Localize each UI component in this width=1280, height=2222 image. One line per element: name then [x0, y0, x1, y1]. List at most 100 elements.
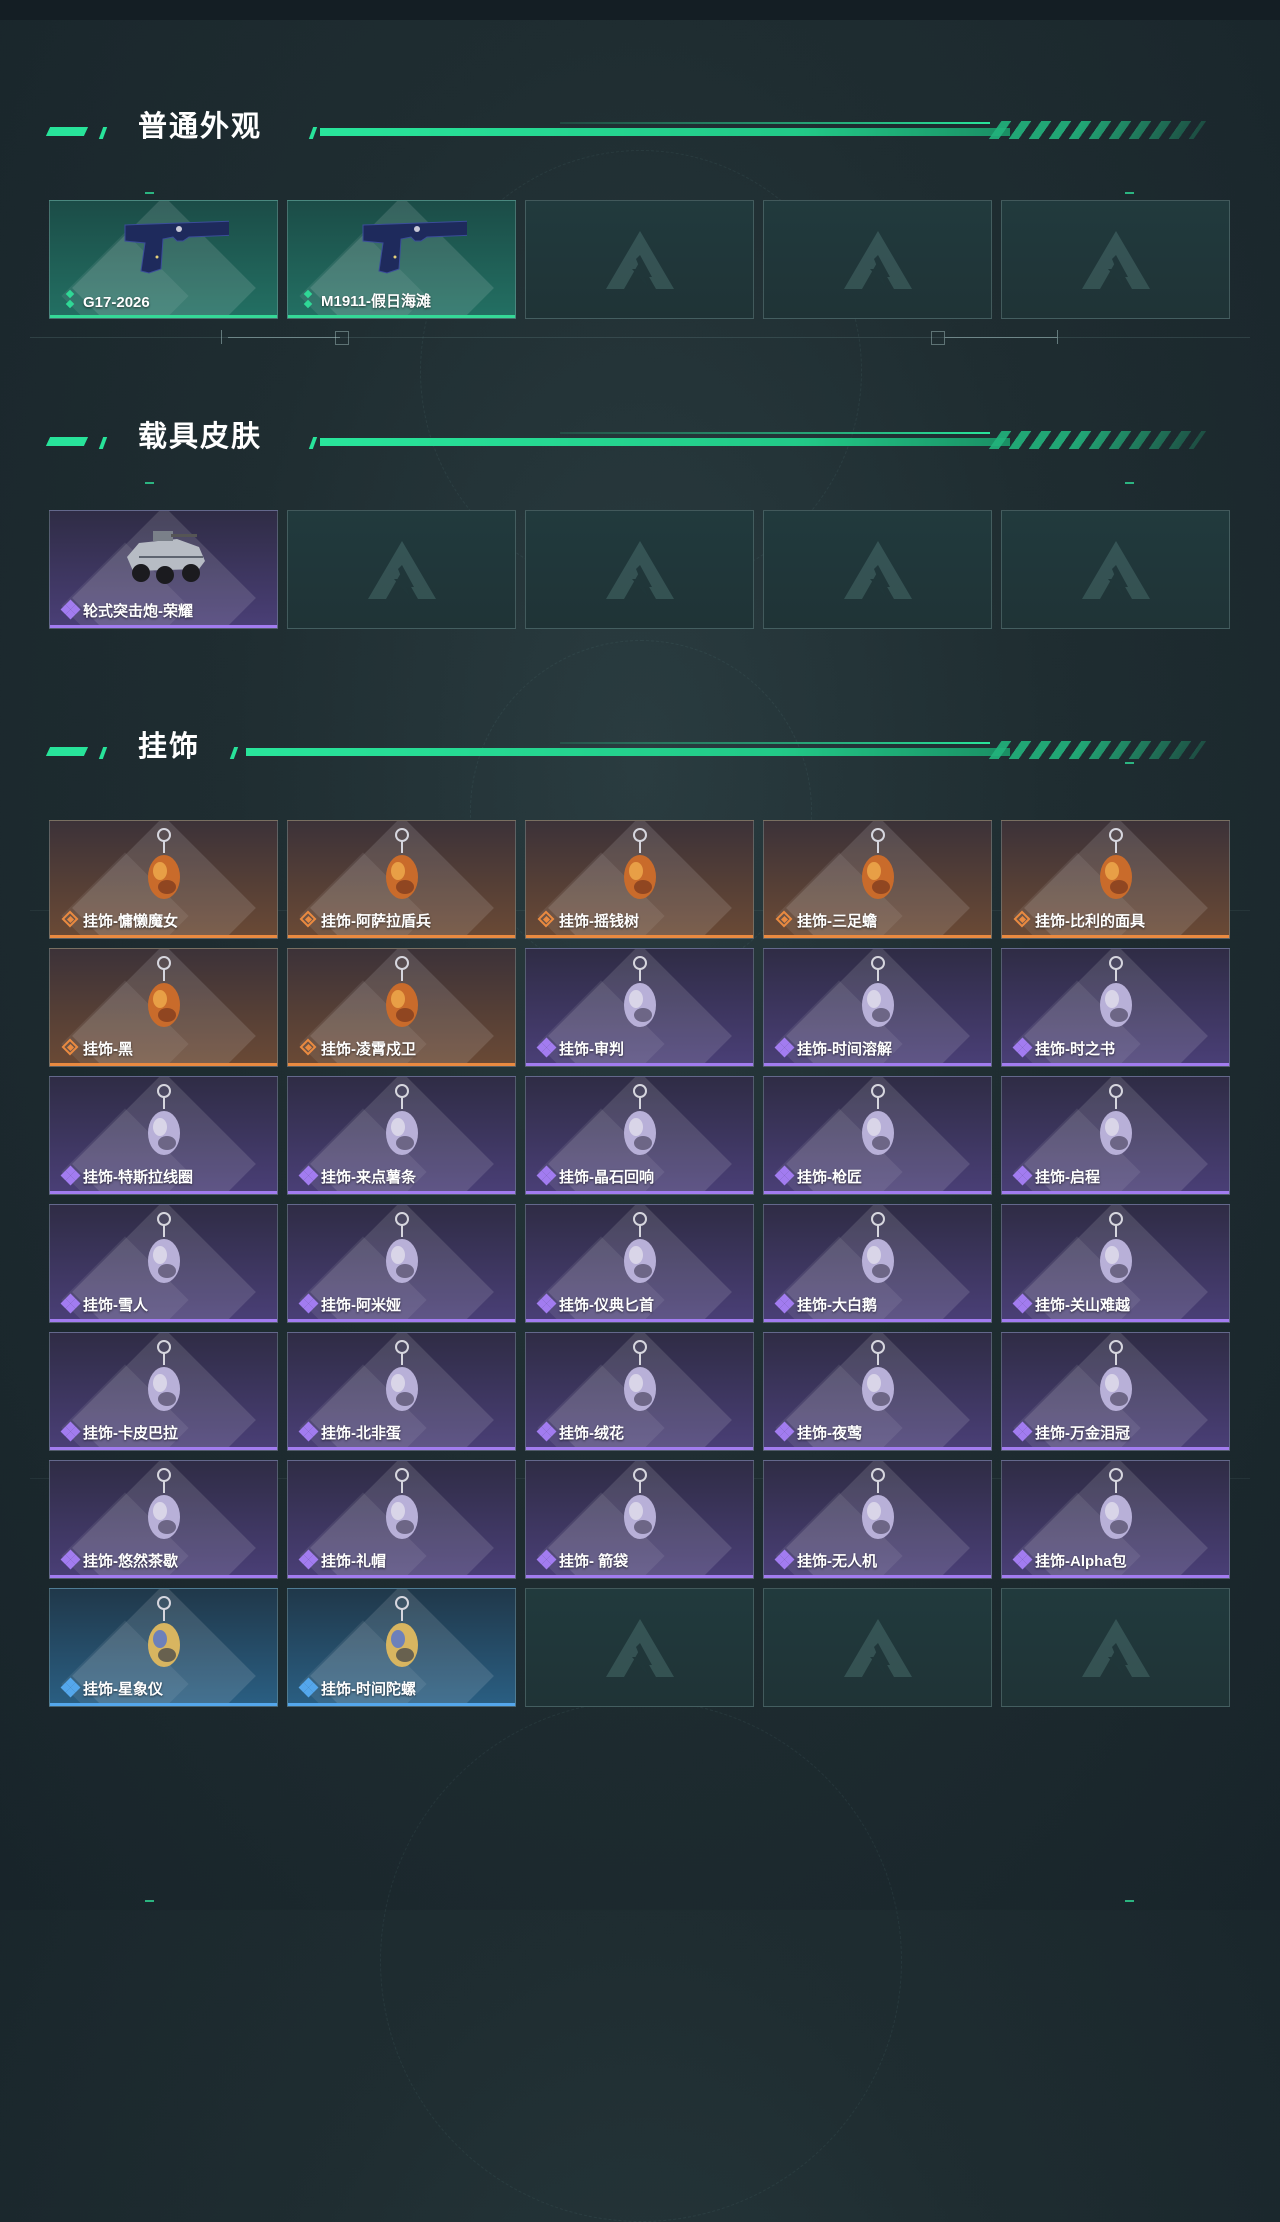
rarity-bar [764, 1575, 991, 1578]
rarity-bar [526, 1319, 753, 1322]
pistol-icon [357, 207, 478, 287]
empty-slot[interactable] [1001, 1588, 1230, 1707]
item-card[interactable]: 挂饰-慵懒魔女 [49, 820, 278, 939]
item-card[interactable]: 挂饰-黑 [49, 948, 278, 1067]
rarity-gem-icon [60, 1165, 81, 1186]
item-card[interactable]: 挂饰-北非蛋 [287, 1332, 516, 1451]
item-card[interactable]: 挂饰-枪匠 [763, 1076, 992, 1195]
item-label: 挂饰-特斯拉线圈 [83, 1169, 193, 1186]
empty-slot[interactable] [1001, 510, 1230, 629]
clock-charm-icon [833, 955, 923, 1035]
item-card[interactable]: 挂饰-审判 [525, 948, 754, 1067]
badge-charm-icon [1071, 1083, 1161, 1163]
rarity-bar [288, 1703, 515, 1706]
item-card[interactable]: 挂饰-礼帽 [287, 1460, 516, 1579]
item-card[interactable]: 挂饰-雪人 [49, 1204, 278, 1323]
section-title: 普通外观 [138, 111, 263, 143]
header-accent [98, 127, 108, 139]
item-card[interactable]: 挂饰-摇钱树 [525, 820, 754, 939]
empty-slot[interactable] [525, 1588, 754, 1707]
rarity-gem-icon [62, 289, 80, 309]
top-band [0, 0, 1280, 20]
item-label: 挂饰-Alpha包 [1035, 1553, 1127, 1570]
item-label: 挂饰-万金泪冠 [1035, 1425, 1130, 1442]
rarity-bar [288, 1447, 515, 1450]
item-label: M1911-假日海滩 [321, 293, 432, 310]
item-card[interactable]: 挂饰-阿萨拉盾兵 [287, 820, 516, 939]
deco-dash [145, 482, 154, 484]
header-line [320, 438, 1010, 446]
game-logo-icon [1080, 229, 1152, 291]
header-accent [308, 437, 318, 449]
item-label: 挂饰-无人机 [797, 1553, 877, 1570]
item-card[interactable]: 挂饰-启程 [1001, 1076, 1230, 1195]
bg-divider [221, 330, 222, 344]
quiver-charm-icon [595, 1467, 685, 1547]
empty-slot[interactable] [1001, 200, 1230, 319]
item-card[interactable]: 挂饰-悠然茶歇 [49, 1460, 278, 1579]
item-card[interactable]: 挂饰-Alpha包 [1001, 1460, 1230, 1579]
item-label: 挂饰-三足蟾 [797, 913, 877, 930]
rarity-gem-icon [774, 1037, 795, 1058]
rarity-gem-icon [536, 1165, 557, 1186]
item-card[interactable]: 挂饰-大白鹅 [763, 1204, 992, 1323]
header-checker-pattern [988, 431, 1207, 449]
empty-slot[interactable] [763, 1588, 992, 1707]
item-label: 挂饰-礼帽 [321, 1553, 386, 1570]
item-card[interactable]: 挂饰-晶石回响 [525, 1076, 754, 1195]
item-card[interactable]: 挂饰-凌霄戍卫 [287, 948, 516, 1067]
empty-slot[interactable] [287, 510, 516, 629]
item-card[interactable]: 挂饰-关山难越 [1001, 1204, 1230, 1323]
rarity-gem-icon [298, 1677, 319, 1698]
rarity-bar [764, 1191, 991, 1194]
rarity-bar [50, 935, 277, 938]
item-card[interactable]: 挂饰-仪典匕首 [525, 1204, 754, 1323]
item-card[interactable]: G17-2026 [49, 200, 278, 319]
item-card[interactable]: 挂饰-特斯拉线圈 [49, 1076, 278, 1195]
header-accent [98, 747, 108, 759]
item-card[interactable]: 挂饰-卡皮巴拉 [49, 1332, 278, 1451]
empty-slot[interactable] [763, 200, 992, 319]
empty-slot[interactable] [525, 200, 754, 319]
item-card[interactable]: 挂饰-比利的面具 [1001, 820, 1230, 939]
item-card[interactable]: 挂饰-时间溶解 [763, 948, 992, 1067]
drone-charm-icon [833, 1467, 923, 1547]
empty-slot[interactable] [763, 510, 992, 629]
rarity-gem-icon [298, 1293, 319, 1314]
rarity-gem-icon [61, 1038, 80, 1057]
item-card[interactable]: 挂饰- 箭袋 [525, 1460, 754, 1579]
burger-charm-icon [1071, 1339, 1161, 1419]
item-card[interactable]: 挂饰-时之书 [1001, 948, 1230, 1067]
item-card[interactable]: 挂饰-时间陀螺 [287, 1588, 516, 1707]
pistol-icon [119, 207, 240, 287]
capybara-charm-icon [119, 1339, 209, 1419]
item-card[interactable]: 轮式突击炮-荣耀 [49, 510, 278, 629]
bg-marker [335, 331, 349, 345]
rarity-gem-icon [774, 1421, 795, 1442]
rarity-gem-icon [61, 910, 80, 929]
item-card[interactable]: 挂饰-来点薯条 [287, 1076, 516, 1195]
tag-charm-icon [119, 955, 209, 1035]
header-accent [229, 747, 239, 759]
empty-slot[interactable] [525, 510, 754, 629]
rarity-bar [288, 935, 515, 938]
section-header: 挂饰 [0, 727, 1280, 767]
rarity-gem-icon [1012, 1165, 1033, 1186]
rarity-gem-icon [775, 910, 794, 929]
item-card[interactable]: 挂饰-阿米娅 [287, 1204, 516, 1323]
item-card[interactable]: M1911-假日海滩 [287, 200, 516, 319]
item-card[interactable]: 挂饰-三足蟾 [763, 820, 992, 939]
item-card[interactable]: 挂饰-夜莺 [763, 1332, 992, 1451]
item-card[interactable]: 挂饰-万金泪冠 [1001, 1332, 1230, 1451]
rarity-gem-icon [1012, 1037, 1033, 1058]
rarity-bar [526, 1063, 753, 1066]
item-card[interactable]: 挂饰-无人机 [763, 1460, 992, 1579]
goose-charm-icon [833, 1211, 923, 1291]
cupcake-charm-icon [119, 1467, 209, 1547]
item-label: 挂饰-时间陀螺 [321, 1681, 416, 1698]
item-card[interactable]: 挂饰-星象仪 [49, 1588, 278, 1707]
item-card[interactable]: 挂饰-绒花 [525, 1332, 754, 1451]
coil-charm-icon [119, 1083, 209, 1163]
rarity-gem-icon [536, 1037, 557, 1058]
hat-charm-icon [357, 1467, 447, 1547]
